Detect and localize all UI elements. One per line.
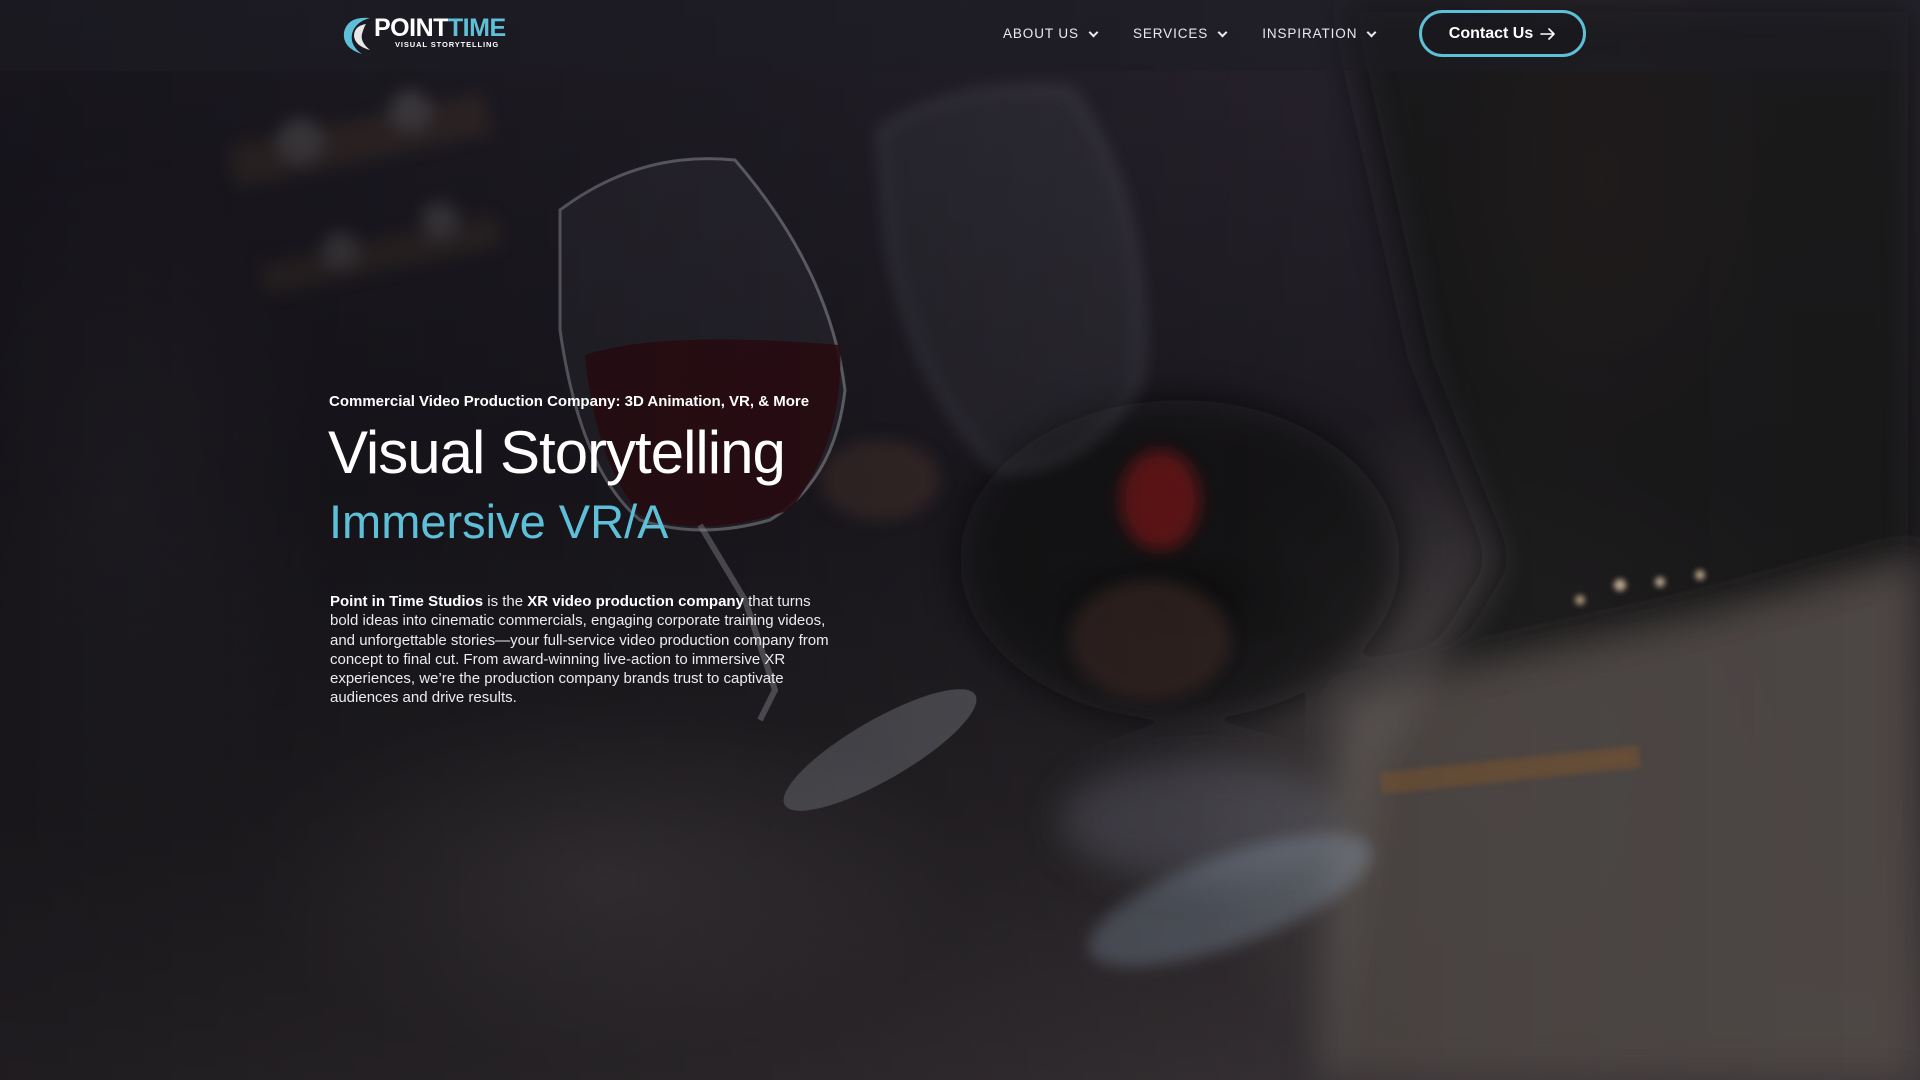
- nav-item-services[interactable]: SERVICES: [1132, 26, 1228, 41]
- hero-subtitle: Immersive VR/A: [329, 495, 669, 548]
- arrow-right-icon: [1540, 27, 1556, 40]
- description-text: is the: [483, 593, 528, 610]
- hero-kicker: Commercial Video Production Company: 3D …: [329, 393, 810, 410]
- logo-word-point: POINT: [374, 14, 448, 42]
- nav-item-about-us[interactable]: ABOUT US: [1003, 26, 1099, 41]
- background-overlay: [0, 0, 1920, 1080]
- brand-name: Point in Time Studios: [330, 593, 484, 610]
- main-nav: ABOUT US SERVICES INSPIRATION: [1003, 26, 1411, 41]
- nav-item-label: SERVICES: [1132, 26, 1209, 41]
- site-logo[interactable]: POINTTIME VISUAL STORYTELLING: [340, 14, 530, 56]
- nav-item-label: INSPIRATION: [1262, 26, 1358, 41]
- site-header: POINTTIME VISUAL STORYTELLING ABOUT US S…: [0, 0, 1920, 71]
- chevron-down-icon: [1217, 27, 1228, 37]
- hero-section: POINTTIME VISUAL STORYTELLING ABOUT US S…: [0, 0, 1920, 1080]
- chevron-down-icon: [1366, 27, 1377, 37]
- nav-item-inspiration[interactable]: INSPIRATION: [1262, 26, 1377, 41]
- hero-title: Visual Storytelling: [328, 419, 786, 486]
- description-text: that turns bold ideas into cinematic com…: [330, 593, 829, 707]
- chevron-down-icon: [1088, 27, 1099, 37]
- logo-wordmark: POINTTIME: [374, 15, 506, 41]
- hero-description: Point in Time Studios is the XR video pr…: [330, 592, 842, 708]
- contact-us-button[interactable]: Contact Us: [1419, 10, 1586, 57]
- logo-tagline: VISUAL STORYTELLING: [395, 40, 500, 49]
- description-highlight: XR video production company: [527, 593, 744, 610]
- contact-us-label: Contact Us: [1448, 24, 1534, 42]
- logo-word-time: TIME: [447, 14, 506, 42]
- nav-item-label: ABOUT US: [1003, 26, 1079, 41]
